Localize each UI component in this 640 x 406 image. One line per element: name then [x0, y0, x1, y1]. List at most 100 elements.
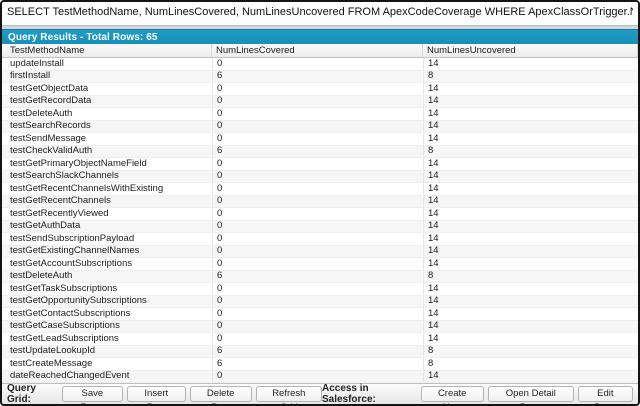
table-row[interactable]: testSearchRecords014: [2, 121, 638, 134]
cell-numlinesuncovered: 14: [423, 196, 638, 208]
cell-numlinesuncovered: 8: [423, 346, 638, 358]
table-row[interactable]: testDeleteAuth014: [2, 108, 638, 121]
cell-numlinescovered: 0: [212, 246, 423, 258]
cell-numlinesuncovered: 14: [423, 58, 638, 70]
cell-numlinescovered: 6: [212, 146, 423, 158]
cell-numlinesuncovered: 14: [423, 133, 638, 145]
cell-testmethodname: testGetPrimaryObjectNameField: [2, 158, 212, 170]
table-row[interactable]: testGetLeadSubscriptions014: [2, 333, 638, 346]
cell-testmethodname: testGetLeadSubscriptions: [2, 333, 212, 345]
cell-numlinescovered: 6: [212, 346, 423, 358]
query-grid-group: Query Grid: Save Rows Insert Row Delete …: [7, 383, 322, 405]
table-row[interactable]: testGetTaskSubscriptions014: [2, 283, 638, 296]
cell-testmethodname: testGetOpportunitySubscriptions: [2, 296, 212, 308]
cell-numlinesuncovered: 14: [423, 158, 638, 170]
cell-testmethodname: testSendMessage: [2, 133, 212, 145]
table-row[interactable]: dateReachedChangedEvent014: [2, 371, 638, 384]
cell-numlinescovered: 0: [212, 121, 423, 133]
query-grid-label: Query Grid:: [7, 383, 57, 405]
table-row[interactable]: testGetRecentChannelsWithExisting014: [2, 183, 638, 196]
cell-testmethodname: testCreateMessage: [2, 358, 212, 370]
table-row[interactable]: testGetCaseSubscriptions014: [2, 321, 638, 334]
cell-numlinescovered: 0: [212, 283, 423, 295]
cell-testmethodname: testGetRecordData: [2, 96, 212, 108]
table-row[interactable]: testGetOpportunitySubscriptions014: [2, 296, 638, 309]
insert-row-button[interactable]: Insert Row: [127, 386, 186, 402]
table-row[interactable]: testGetRecentlyViewed014: [2, 208, 638, 221]
table-row[interactable]: testGetRecentChannels014: [2, 196, 638, 209]
table-row[interactable]: testCheckValidAuth68: [2, 146, 638, 159]
cell-numlinescovered: 0: [212, 258, 423, 270]
cell-testmethodname: testGetRecentlyViewed: [2, 208, 212, 220]
query-results-header: Query Results - Total Rows: 65: [2, 29, 638, 44]
table-row[interactable]: testGetPrimaryObjectNameField014: [2, 158, 638, 171]
cell-numlinescovered: 6: [212, 358, 423, 370]
cell-numlinesuncovered: 8: [423, 358, 638, 370]
cell-numlinescovered: 0: [212, 196, 423, 208]
cell-numlinesuncovered: 14: [423, 121, 638, 133]
cell-numlinesuncovered: 14: [423, 171, 638, 183]
query-editor: [2, 2, 638, 26]
cell-testmethodname: testGetCaseSubscriptions: [2, 321, 212, 333]
table-row[interactable]: testDeleteAuth68: [2, 271, 638, 284]
cell-testmethodname: testDeleteAuth: [2, 271, 212, 283]
cell-numlinesuncovered: 8: [423, 146, 638, 158]
cell-testmethodname: testSearchRecords: [2, 121, 212, 133]
table-row[interactable]: firstInstall68: [2, 71, 638, 84]
table-row[interactable]: testGetAuthData014: [2, 221, 638, 234]
cell-numlinescovered: 0: [212, 308, 423, 320]
cell-numlinescovered: 0: [212, 133, 423, 145]
open-detail-page-button[interactable]: Open Detail Page: [488, 386, 574, 402]
table-row[interactable]: testCreateMessage68: [2, 358, 638, 371]
cell-numlinesuncovered: 14: [423, 371, 638, 383]
delete-row-button[interactable]: Delete Row: [190, 386, 252, 402]
cell-numlinesuncovered: 14: [423, 246, 638, 258]
column-header-numlinesuncovered[interactable]: NumLinesUncovered: [423, 44, 638, 57]
table-row[interactable]: testGetAccountSubscriptions014: [2, 258, 638, 271]
cell-numlinesuncovered: 14: [423, 108, 638, 120]
cell-testmethodname: testGetRecentChannels: [2, 196, 212, 208]
soql-query-input[interactable]: [7, 2, 633, 18]
developer-console-query-results-window: Query Results - Total Rows: 65 TestMetho…: [0, 0, 640, 406]
cell-numlinesuncovered: 14: [423, 183, 638, 195]
cell-testmethodname: firstInstall: [2, 71, 212, 83]
cell-numlinescovered: 6: [212, 71, 423, 83]
cell-numlinescovered: 0: [212, 83, 423, 95]
cell-numlinesuncovered: 14: [423, 258, 638, 270]
cell-testmethodname: testGetExistingChannelNames: [2, 246, 212, 258]
bottom-toolbar: Query Grid: Save Rows Insert Row Delete …: [2, 383, 638, 404]
create-new-button[interactable]: Create New: [421, 386, 484, 402]
cell-numlinescovered: 0: [212, 158, 423, 170]
cell-numlinescovered: 0: [212, 233, 423, 245]
grid-body: updateInstall014firstInstall68testGetObj…: [2, 58, 638, 383]
column-header-numlinescovered[interactable]: NumLinesCovered: [212, 44, 423, 57]
access-in-salesforce-label: Access in Salesforce:: [322, 383, 416, 405]
table-row[interactable]: testSearchSlackChannels014: [2, 171, 638, 184]
column-header-testmethodname[interactable]: TestMethodName: [2, 44, 212, 57]
cell-testmethodname: testGetTaskSubscriptions: [2, 283, 212, 295]
edit-page-button[interactable]: Edit Page: [578, 386, 633, 402]
cell-testmethodname: testGetObjectData: [2, 83, 212, 95]
cell-numlinescovered: 0: [212, 208, 423, 220]
cell-testmethodname: testSendSubscriptionPayload: [2, 233, 212, 245]
cell-numlinesuncovered: 14: [423, 96, 638, 108]
cell-numlinesuncovered: 14: [423, 221, 638, 233]
cell-numlinesuncovered: 14: [423, 333, 638, 345]
refresh-grid-button[interactable]: Refresh Grid: [256, 386, 322, 402]
cell-testmethodname: testCheckValidAuth: [2, 146, 212, 158]
cell-testmethodname: testGetAccountSubscriptions: [2, 258, 212, 270]
table-row[interactable]: testGetExistingChannelNames014: [2, 246, 638, 259]
table-row[interactable]: testUpdateLookupId68: [2, 346, 638, 359]
cell-testmethodname: testDeleteAuth: [2, 108, 212, 120]
cell-numlinescovered: 0: [212, 296, 423, 308]
table-row[interactable]: testSendSubscriptionPayload014: [2, 233, 638, 246]
table-row[interactable]: testGetObjectData014: [2, 83, 638, 96]
cell-numlinesuncovered: 14: [423, 283, 638, 295]
table-row[interactable]: testGetRecordData014: [2, 96, 638, 109]
table-row[interactable]: updateInstall014: [2, 58, 638, 71]
save-rows-button[interactable]: Save Rows: [62, 386, 123, 402]
cell-numlinesuncovered: 14: [423, 308, 638, 320]
cell-numlinesuncovered: 14: [423, 296, 638, 308]
table-row[interactable]: testSendMessage014: [2, 133, 638, 146]
table-row[interactable]: testGetContactSubscriptions014: [2, 308, 638, 321]
